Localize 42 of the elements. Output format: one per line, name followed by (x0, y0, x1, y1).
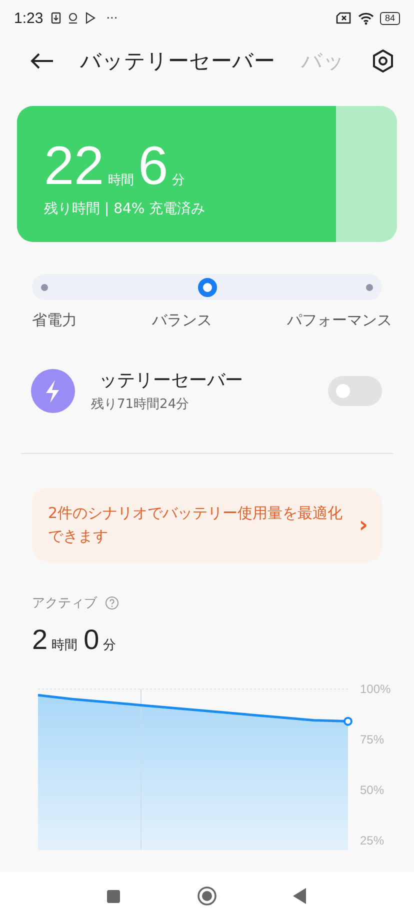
y-axis-label: 100% (360, 682, 391, 696)
header-tab[interactable]: バッテリーセーバー (80, 47, 275, 75)
end-point-marker (344, 716, 352, 726)
y-axis-label: 25% (360, 834, 384, 848)
active-minutes-unit: 分 (103, 637, 116, 654)
more-indicator: ··· (106, 11, 118, 25)
saver-title: ッテリーセーバー (98, 369, 244, 392)
battery-caption: 残り時間 | 84% 充電済み (44, 200, 206, 218)
mode-slider-track[interactable] (32, 274, 382, 300)
back-nav-icon[interactable] (293, 888, 307, 904)
mode-thumb[interactable] (198, 278, 216, 296)
status-time: 1:23 (14, 10, 44, 26)
saver-subtitle: 残り71時間24分 (91, 396, 190, 413)
active-hours-unit: 時間 (52, 637, 78, 654)
mode-label[interactable]: バランス (152, 311, 212, 330)
mode-stop-dot[interactable] (366, 284, 373, 290)
hours-unit: 時間 (108, 172, 134, 189)
active-hours: 2 (32, 624, 48, 656)
lightning-icon (31, 368, 75, 412)
settings-icon[interactable] (372, 49, 394, 73)
mode-label[interactable]: パフォーマンス (287, 311, 392, 330)
battery-indicator: 84 (380, 12, 400, 24)
recents-icon[interactable] (107, 890, 120, 902)
download-icon (51, 12, 62, 24)
home-icon[interactable] (196, 886, 216, 906)
mode-stop-dot[interactable] (41, 284, 48, 290)
minutes-unit: 分 (172, 172, 186, 189)
suggestion-text: 2件のシナリオでバッテリー使用量を最適化できます (48, 503, 344, 547)
saver-toggle[interactable] (328, 376, 382, 406)
minutes-value: 6 (138, 140, 168, 192)
chevron-icon: › (358, 512, 368, 538)
back-icon[interactable] (30, 52, 54, 70)
play-icon (85, 12, 96, 24)
wifi-icon (358, 12, 374, 24)
active-minutes: 0 (84, 624, 100, 656)
no-sim-icon (336, 12, 352, 24)
mode-label[interactable]: 省電力 (32, 311, 77, 330)
hours-value: 22 (44, 140, 104, 192)
y-axis-label: 50% (360, 783, 384, 797)
active-label: アクティブ (32, 595, 97, 612)
y-axis-label: 75% (360, 732, 384, 746)
help-icon[interactable] (105, 596, 119, 610)
